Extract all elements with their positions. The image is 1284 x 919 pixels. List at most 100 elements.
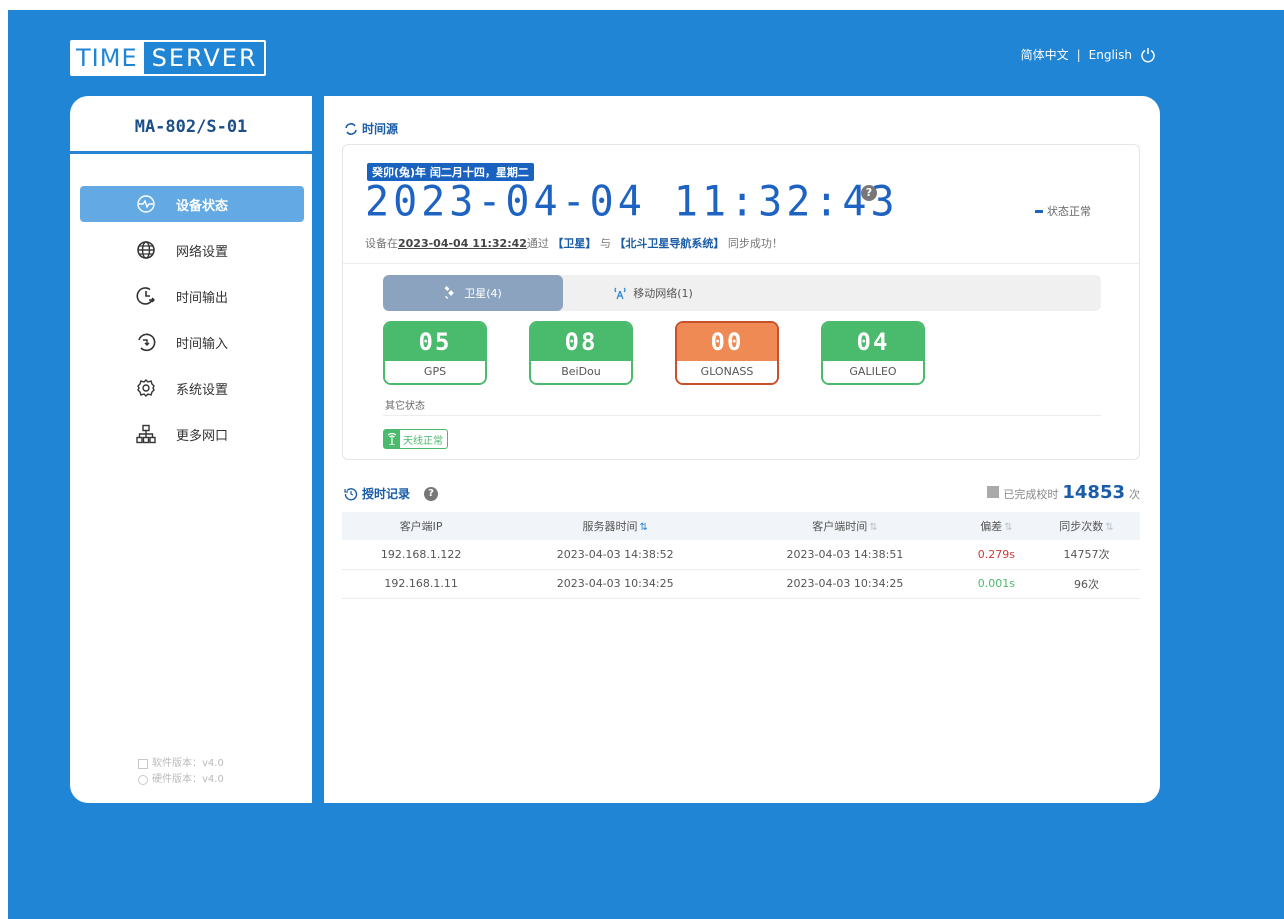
status-text: 状态正常	[1047, 205, 1091, 218]
table-row: 192.168.1.122 2023-04-03 14:38:52 2023-0…	[342, 540, 1140, 570]
sync-count-unit: 次	[1129, 488, 1140, 501]
antenna-status-badge: 天线正常	[383, 429, 448, 449]
sync-suffix: 同步成功！	[727, 237, 783, 250]
tab-mobile-label: 移动网络(1)	[633, 287, 693, 300]
antenna-tower-icon	[614, 287, 626, 300]
sat-name: GLONASS	[677, 361, 777, 383]
clock-out-icon	[136, 287, 155, 305]
clock-display: 2023-04-04 11:32:43	[365, 177, 899, 227]
sidebar-item-label: 时间输入	[176, 336, 229, 352]
sidebar-item-label: 更多网口	[176, 428, 229, 444]
hardware-version: 硬件版本：v4.0	[152, 774, 224, 785]
software-version: 软件版本：v4.0	[152, 758, 224, 769]
sidebar-item-more-ports[interactable]: 更多网口	[80, 416, 304, 452]
device-name: MA-802/S-01	[70, 96, 312, 154]
other-status-label: 其它状态	[385, 401, 425, 412]
status-icon	[137, 195, 155, 213]
cell-client-ip: 192.168.1.122	[342, 540, 501, 570]
sat-card-gps: 05 GPS	[383, 321, 487, 385]
version-info: 软件版本：v4.0 硬件版本：v4.0	[138, 756, 224, 788]
sidebar: MA-802/S-01 设备状态 网络设置 时间输出 时间输入 系统设置 更多网…	[70, 96, 312, 803]
tab-mobile-network[interactable]: 移动网络(1)	[563, 275, 743, 311]
calendar-icon	[987, 486, 1000, 498]
cell-client-ip: 192.168.1.11	[342, 569, 501, 599]
tab-satellite[interactable]: 卫星(4)	[383, 275, 563, 311]
col-client-ip: 客户端IP	[342, 512, 501, 540]
sync-and: 与	[599, 237, 611, 250]
card-divider	[343, 263, 1139, 264]
sort-icon[interactable]: ⇅	[639, 522, 647, 533]
sort-icon[interactable]: ⇅	[869, 522, 877, 533]
sort-icon[interactable]: ⇅	[1004, 522, 1012, 533]
sync-icon	[345, 122, 357, 135]
col-server-time[interactable]: 服务器时间 ⇅	[500, 512, 731, 540]
satellite-counts: 05 GPS 08 BeiDou 00 GLONASS 04 GALILEO	[383, 321, 925, 385]
tab-satellite-label: 卫星(4)	[464, 287, 502, 300]
sat-name: GALILEO	[823, 361, 923, 383]
lang-zh-link[interactable]: 简体中文	[1021, 46, 1069, 63]
sat-card-galileo: 04 GALILEO	[821, 321, 925, 385]
col-client-time[interactable]: 客户端时间 ⇅	[730, 512, 960, 540]
lang-en-link[interactable]: English	[1089, 48, 1132, 62]
cell-offset: 0.001s	[959, 569, 1033, 599]
main-panel: 时间源 癸卯(兔)年 闰二月十四，星期二 2023-04-04 11:32:43…	[324, 96, 1160, 803]
sidebar-item-system-settings[interactable]: 系统设置	[80, 370, 304, 406]
cell-server-time: 2023-04-03 10:34:25	[500, 569, 731, 599]
cell-offset: 0.279s	[959, 540, 1033, 570]
sync-count-label: 已完成校时	[1003, 488, 1059, 501]
sat-count: 05	[385, 323, 485, 361]
sat-count: 08	[531, 323, 631, 361]
network-icon	[136, 424, 156, 444]
table-header-row: 客户端IP 服务器时间 ⇅ 客户端时间 ⇅ 偏差 ⇅ 同步次数 ⇅	[342, 512, 1140, 540]
sync-time: 2023-04-04 11:32:42	[398, 237, 527, 250]
sort-icon[interactable]: ⇅	[1105, 522, 1113, 533]
time-source-title-text: 时间源	[362, 122, 399, 136]
sidebar-item-label: 设备状态	[176, 198, 229, 214]
cell-client-time: 2023-04-03 14:38:51	[730, 540, 960, 570]
help-icon[interactable]: ?	[424, 486, 439, 501]
col-offset[interactable]: 偏差 ⇅	[959, 512, 1033, 540]
antenna-icon	[384, 430, 400, 448]
panel-divider	[312, 96, 324, 803]
antenna-status-text: 天线正常	[403, 435, 443, 447]
source-tabs: 卫星(4) 移动网络(1)	[383, 275, 1101, 311]
sync-prefix: 设备在	[365, 237, 398, 250]
records-table: 客户端IP 服务器时间 ⇅ 客户端时间 ⇅ 偏差 ⇅ 同步次数 ⇅ 192.168.1.…	[342, 512, 1140, 599]
col-sync-count[interactable]: 同步次数 ⇅	[1033, 512, 1140, 540]
sidebar-item-time-output[interactable]: 时间输出	[80, 278, 304, 314]
sidebar-menu: 设备状态 网络设置 时间输出 时间输入 系统设置 更多网口	[70, 186, 312, 452]
software-icon	[138, 759, 148, 769]
table-row: 192.168.1.11 2023-04-03 10:34:25 2023-04…	[342, 569, 1140, 599]
sidebar-item-network[interactable]: 网络设置	[80, 232, 304, 268]
sidebar-item-label: 网络设置	[176, 244, 229, 260]
lang-separator: |	[1076, 47, 1081, 62]
sidebar-item-time-input[interactable]: 时间输入	[80, 324, 304, 360]
help-icon[interactable]: ?	[861, 185, 877, 201]
brand-logo: TIME SERVER	[70, 40, 266, 76]
sat-count: 04	[823, 323, 923, 361]
hardware-icon	[138, 775, 148, 785]
status-indicator: 状态正常	[1035, 203, 1091, 219]
history-icon	[344, 487, 358, 500]
cell-sync-count: 14757次	[1033, 540, 1140, 570]
cell-sync-count: 96次	[1033, 569, 1140, 599]
sync-count-summary: 已完成校时 14853 次	[987, 482, 1140, 503]
header-actions: 简体中文 | English	[1021, 46, 1156, 63]
cell-client-time: 2023-04-03 10:34:25	[730, 569, 960, 599]
sync-via: 通过	[526, 237, 549, 250]
time-source-title: 时间源	[344, 120, 398, 137]
sidebar-item-device-status[interactable]: 设备状态	[80, 186, 304, 222]
sat-name: BeiDou	[531, 361, 631, 383]
sync-source-beidou: 【北斗卫星导航系统】	[614, 237, 725, 250]
sat-name: GPS	[385, 361, 485, 383]
sync-source-satellite: 【卫星】	[552, 237, 597, 250]
globe-icon	[137, 241, 155, 259]
power-icon[interactable]	[1140, 47, 1156, 63]
records-title: 授时记录 ?	[344, 485, 439, 502]
sidebar-item-label: 系统设置	[176, 382, 229, 398]
sat-card-glonass: 00 GLONASS	[675, 321, 779, 385]
cell-server-time: 2023-04-03 14:38:52	[500, 540, 731, 570]
sat-card-beidou: 08 BeiDou	[529, 321, 633, 385]
status-dash	[1035, 209, 1043, 213]
gear-icon	[137, 379, 155, 397]
